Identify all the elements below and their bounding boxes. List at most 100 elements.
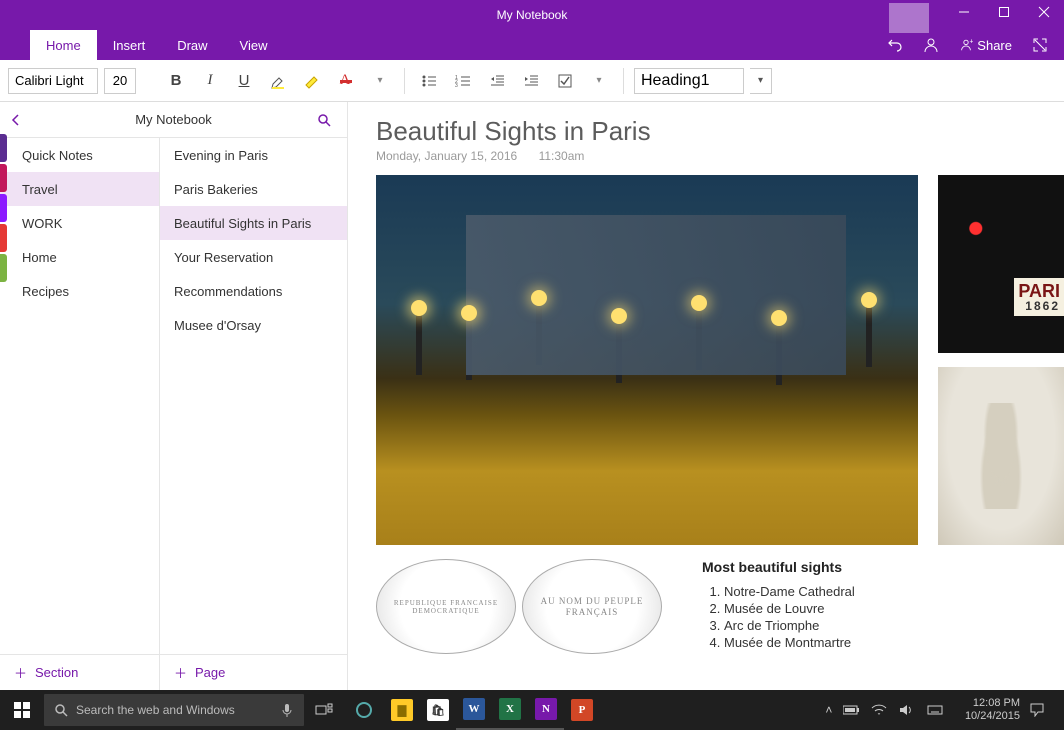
page-item[interactable]: Your Reservation: [160, 240, 347, 274]
indent-button[interactable]: [517, 67, 545, 95]
search-icon: [54, 703, 68, 717]
bullets-button[interactable]: [415, 67, 443, 95]
page-time: 11:30am: [539, 149, 585, 163]
numbering-button[interactable]: 123: [449, 67, 477, 95]
windows-taskbar: Search the web and Windows ▇ 🛍 W X N P ˄…: [0, 690, 1064, 730]
minimize-button[interactable]: [944, 0, 984, 27]
page-item[interactable]: Beautiful Sights in Paris: [160, 206, 347, 240]
powerpoint-button[interactable]: P: [564, 690, 600, 730]
style-select[interactable]: Heading1: [634, 68, 744, 94]
section-item[interactable]: Quick Notes: [0, 138, 159, 172]
onenote-window: My Notebook Home Insert Draw View +Share…: [0, 0, 1064, 690]
coin-images[interactable]: REPUBLIQUE FRANCAISE DEMOCRATIQUE AU NOM…: [376, 559, 662, 654]
page-item[interactable]: Musee d'Orsay: [160, 308, 347, 342]
page-list: Evening in ParisParis BakeriesBeautiful …: [160, 138, 347, 690]
start-button[interactable]: [0, 690, 44, 730]
word-button[interactable]: W: [456, 690, 492, 730]
highlight-button[interactable]: [264, 67, 292, 95]
page-item[interactable]: Evening in Paris: [160, 138, 347, 172]
search-placeholder: Search the web and Windows: [76, 703, 235, 717]
tab-insert[interactable]: Insert: [97, 30, 162, 60]
tab-view[interactable]: View: [224, 30, 284, 60]
clock-time: 12:08 PM: [965, 697, 1020, 710]
section-color-tab[interactable]: [0, 194, 7, 222]
ink-highlight-button[interactable]: [298, 67, 326, 95]
window-title: My Notebook: [497, 8, 568, 22]
task-view-button[interactable]: [304, 690, 344, 730]
taskbar-clock[interactable]: 12:08 PM 10/24/2015: [965, 697, 1020, 723]
undo-button[interactable]: [877, 37, 913, 53]
todo-tag-button[interactable]: [551, 67, 579, 95]
font-name-input[interactable]: [8, 68, 98, 94]
tab-home[interactable]: Home: [30, 30, 97, 60]
taskbar-search[interactable]: Search the web and Windows: [44, 694, 304, 726]
maximize-button[interactable]: [984, 0, 1024, 27]
battery-icon[interactable]: [843, 705, 871, 715]
page-content[interactable]: Beautiful Sights in Paris Monday, Januar…: [348, 102, 1064, 690]
coin-2: AU NOM DU PEUPLE FRANÇAIS: [522, 559, 662, 654]
section-item[interactable]: WORK: [0, 206, 159, 240]
sign-year: 1862: [1018, 300, 1060, 312]
sight-item: Musée de Louvre: [724, 600, 855, 617]
italic-button[interactable]: I: [196, 67, 224, 95]
action-center-icon[interactable]: [1030, 703, 1058, 717]
sights-block[interactable]: Most beautiful sights Notre-Dame Cathedr…: [702, 559, 855, 654]
sight-item: Musée de Montmartre: [724, 634, 855, 651]
section-color-tab[interactable]: [0, 224, 7, 252]
divider: [623, 68, 624, 94]
outdent-button[interactable]: [483, 67, 511, 95]
section-item[interactable]: Recipes: [0, 274, 159, 308]
add-section-label: Section: [35, 665, 78, 680]
plus-icon: ＋: [14, 663, 27, 682]
tag-chevron-icon[interactable]: ▾: [585, 67, 613, 95]
side-photo-1[interactable]: PARI1862: [938, 175, 1064, 353]
add-page-label: Page: [195, 665, 225, 680]
page-item[interactable]: Recommendations: [160, 274, 347, 308]
nav-search-button[interactable]: [317, 113, 337, 127]
explorer-button[interactable]: ▇: [384, 690, 420, 730]
font-size-input[interactable]: [104, 68, 136, 94]
keyboard-icon[interactable]: [927, 704, 955, 716]
section-color-tab[interactable]: [0, 254, 7, 282]
sights-heading: Most beautiful sights: [702, 559, 855, 575]
mic-icon[interactable]: [280, 703, 294, 717]
add-page-button[interactable]: ＋Page: [160, 654, 347, 690]
style-chevron-icon[interactable]: ▾: [750, 68, 772, 94]
close-button[interactable]: [1024, 0, 1064, 27]
account-button[interactable]: [913, 37, 949, 53]
nav-header: My Notebook: [0, 102, 347, 138]
add-section-button[interactable]: ＋ Section: [0, 654, 159, 690]
section-color-tab[interactable]: [0, 164, 7, 192]
tray-chevron-icon[interactable]: ˄: [815, 703, 843, 717]
page-title[interactable]: Beautiful Sights in Paris: [376, 116, 1064, 147]
fullscreen-button[interactable]: [1022, 37, 1058, 53]
section-color-tab[interactable]: [0, 134, 7, 162]
onenote-button[interactable]: N: [528, 690, 564, 730]
page-item[interactable]: Paris Bakeries: [160, 172, 347, 206]
divider: [889, 3, 929, 33]
volume-icon[interactable]: [899, 704, 927, 716]
share-button[interactable]: +Share: [949, 38, 1022, 53]
coin-1: REPUBLIQUE FRANCAISE DEMOCRATIQUE: [376, 559, 516, 654]
main-photo[interactable]: [376, 175, 918, 545]
excel-button[interactable]: X: [492, 690, 528, 730]
font-color-button[interactable]: A: [332, 67, 360, 95]
ribbon-tabs: Home Insert Draw View +Share: [0, 30, 1064, 60]
section-item[interactable]: Travel: [0, 172, 159, 206]
store-button[interactable]: 🛍: [420, 690, 456, 730]
main-area: My Notebook Quick NotesTravelWORKHomeRec…: [0, 102, 1064, 690]
font-color-chevron-icon[interactable]: ▾: [366, 67, 394, 95]
sign-text: PARI: [1018, 281, 1060, 301]
nav-back-button[interactable]: [10, 114, 30, 126]
section-item[interactable]: Home: [0, 240, 159, 274]
sight-item: Arc de Triomphe: [724, 617, 855, 634]
notebook-name[interactable]: My Notebook: [30, 112, 317, 127]
side-photo-2[interactable]: [938, 367, 1064, 545]
underline-button[interactable]: U: [230, 67, 258, 95]
bold-button[interactable]: B: [162, 67, 190, 95]
edge-button[interactable]: [344, 690, 384, 730]
wifi-icon[interactable]: [871, 704, 899, 716]
page-meta: Monday, January 15, 2016 11:30am: [376, 149, 1064, 163]
clock-date: 10/24/2015: [965, 710, 1020, 723]
tab-draw[interactable]: Draw: [161, 30, 223, 60]
